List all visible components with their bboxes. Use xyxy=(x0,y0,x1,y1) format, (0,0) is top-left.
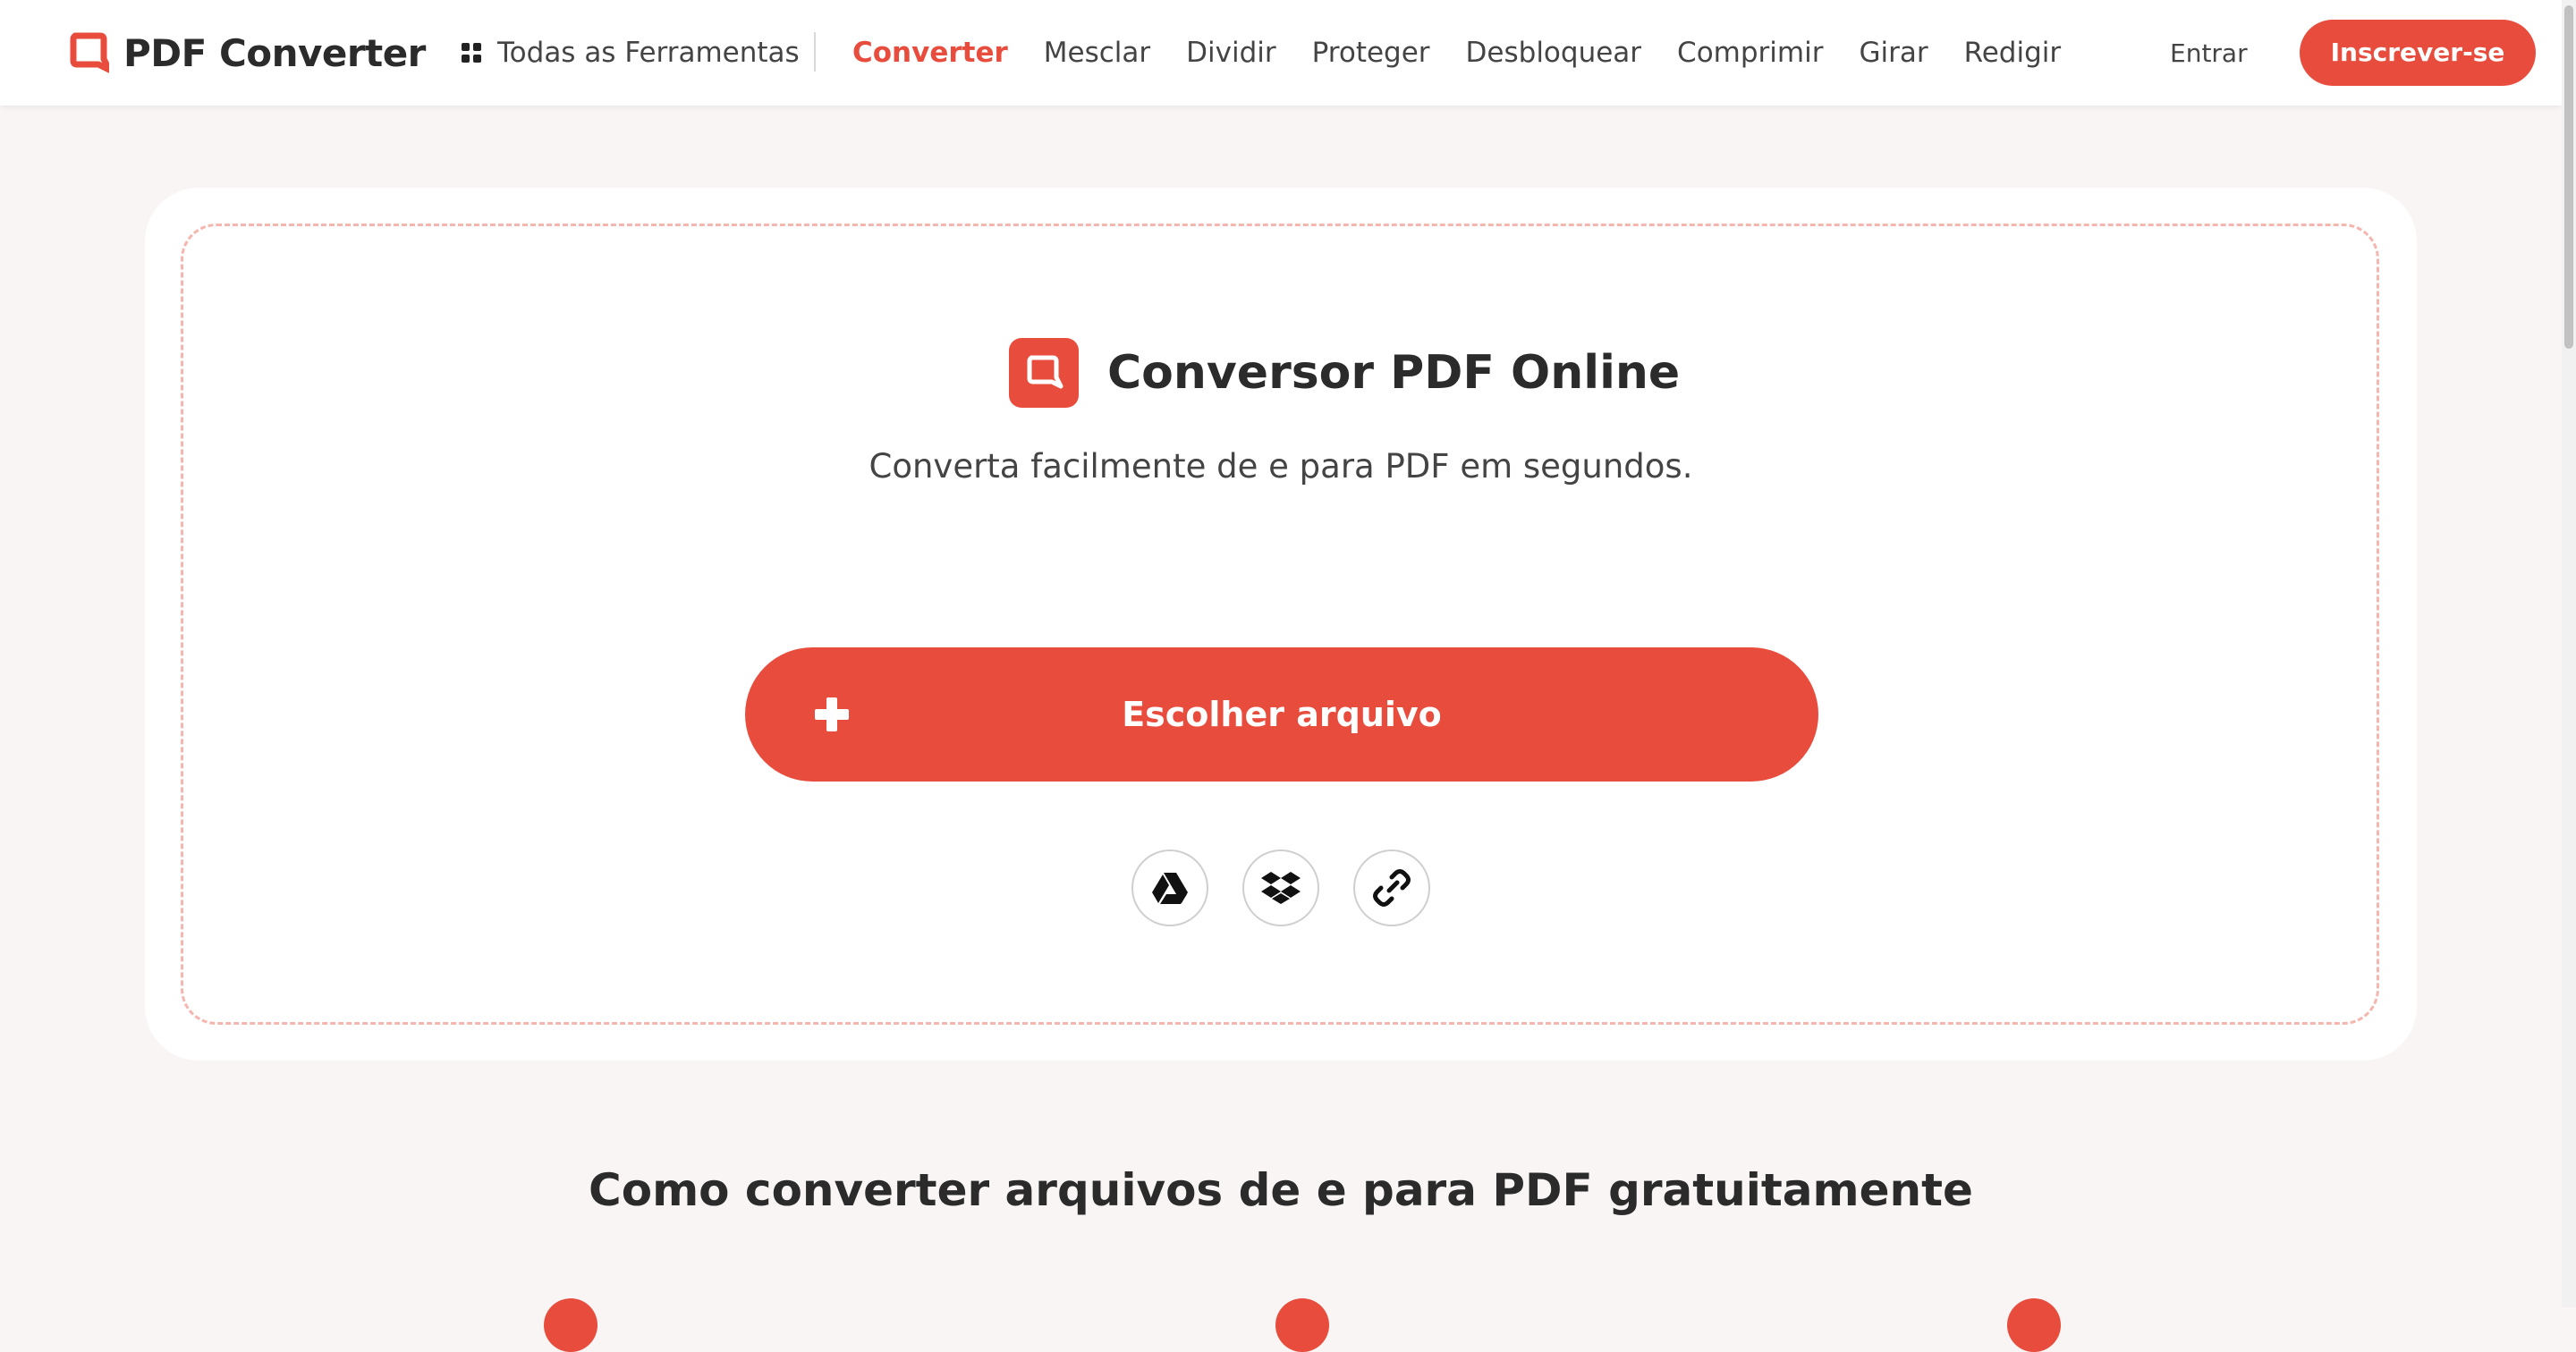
all-tools-label: Todas as Ferramentas xyxy=(497,37,800,69)
all-tools-menu[interactable]: Todas as Ferramentas xyxy=(462,30,800,75)
grid-icon xyxy=(462,43,481,63)
nav-link-mesclar[interactable]: Mesclar xyxy=(1044,37,1150,69)
choose-file-button[interactable]: Escolher arquivo xyxy=(745,647,1818,782)
brand-name: PDF Converter xyxy=(123,30,426,75)
signup-button[interactable]: Inscrever-se xyxy=(2300,20,2536,86)
link-icon xyxy=(1373,869,1411,907)
page-subtitle: Converta facilmente de e para PDF em seg… xyxy=(869,447,1693,486)
page-title: Conversor PDF Online xyxy=(1107,346,1681,400)
url-link-button[interactable] xyxy=(1353,849,1430,926)
nav-link-dividir[interactable]: Dividir xyxy=(1186,37,1275,69)
choose-file-label: Escolher arquivo xyxy=(1122,695,1442,734)
nav-link-proteger[interactable]: Proteger xyxy=(1312,37,1430,69)
dropbox-icon xyxy=(1261,872,1301,904)
step-3-marker xyxy=(2007,1298,2061,1352)
document-icon xyxy=(1027,355,1063,389)
nav-link-redigir[interactable]: Redigir xyxy=(1964,37,2062,69)
dropbox-button[interactable] xyxy=(1242,849,1319,926)
nav-link-desbloquear[interactable]: Desbloquear xyxy=(1466,37,1642,69)
how-to-heading: Como converter arquivos de e para PDF gr… xyxy=(589,1164,1973,1216)
google-drive-icon xyxy=(1152,873,1188,904)
step-1-marker xyxy=(544,1298,597,1352)
google-drive-button[interactable] xyxy=(1131,849,1208,926)
tool-nav-links: Converter Mesclar Dividir Proteger Desbl… xyxy=(852,30,2097,75)
pdf-converter-logo-icon xyxy=(70,32,109,73)
pdf-converter-app-icon xyxy=(1009,338,1079,408)
nav-divider xyxy=(814,32,816,72)
top-nav-bar: PDF Converter Todas as Ferramentas Conve… xyxy=(0,0,2562,106)
nav-link-converter[interactable]: Converter xyxy=(852,37,1008,69)
nav-link-girar[interactable]: Girar xyxy=(1859,37,1928,69)
nav-link-comprimir[interactable]: Comprimir xyxy=(1677,37,1823,69)
hero-title-row: Conversor PDF Online xyxy=(1009,338,1680,408)
brand-logo[interactable]: PDF Converter xyxy=(70,29,426,77)
scrollbar-thumb[interactable] xyxy=(2564,5,2573,349)
step-2-marker xyxy=(1275,1298,1329,1352)
login-link[interactable]: Entrar xyxy=(2170,34,2248,73)
